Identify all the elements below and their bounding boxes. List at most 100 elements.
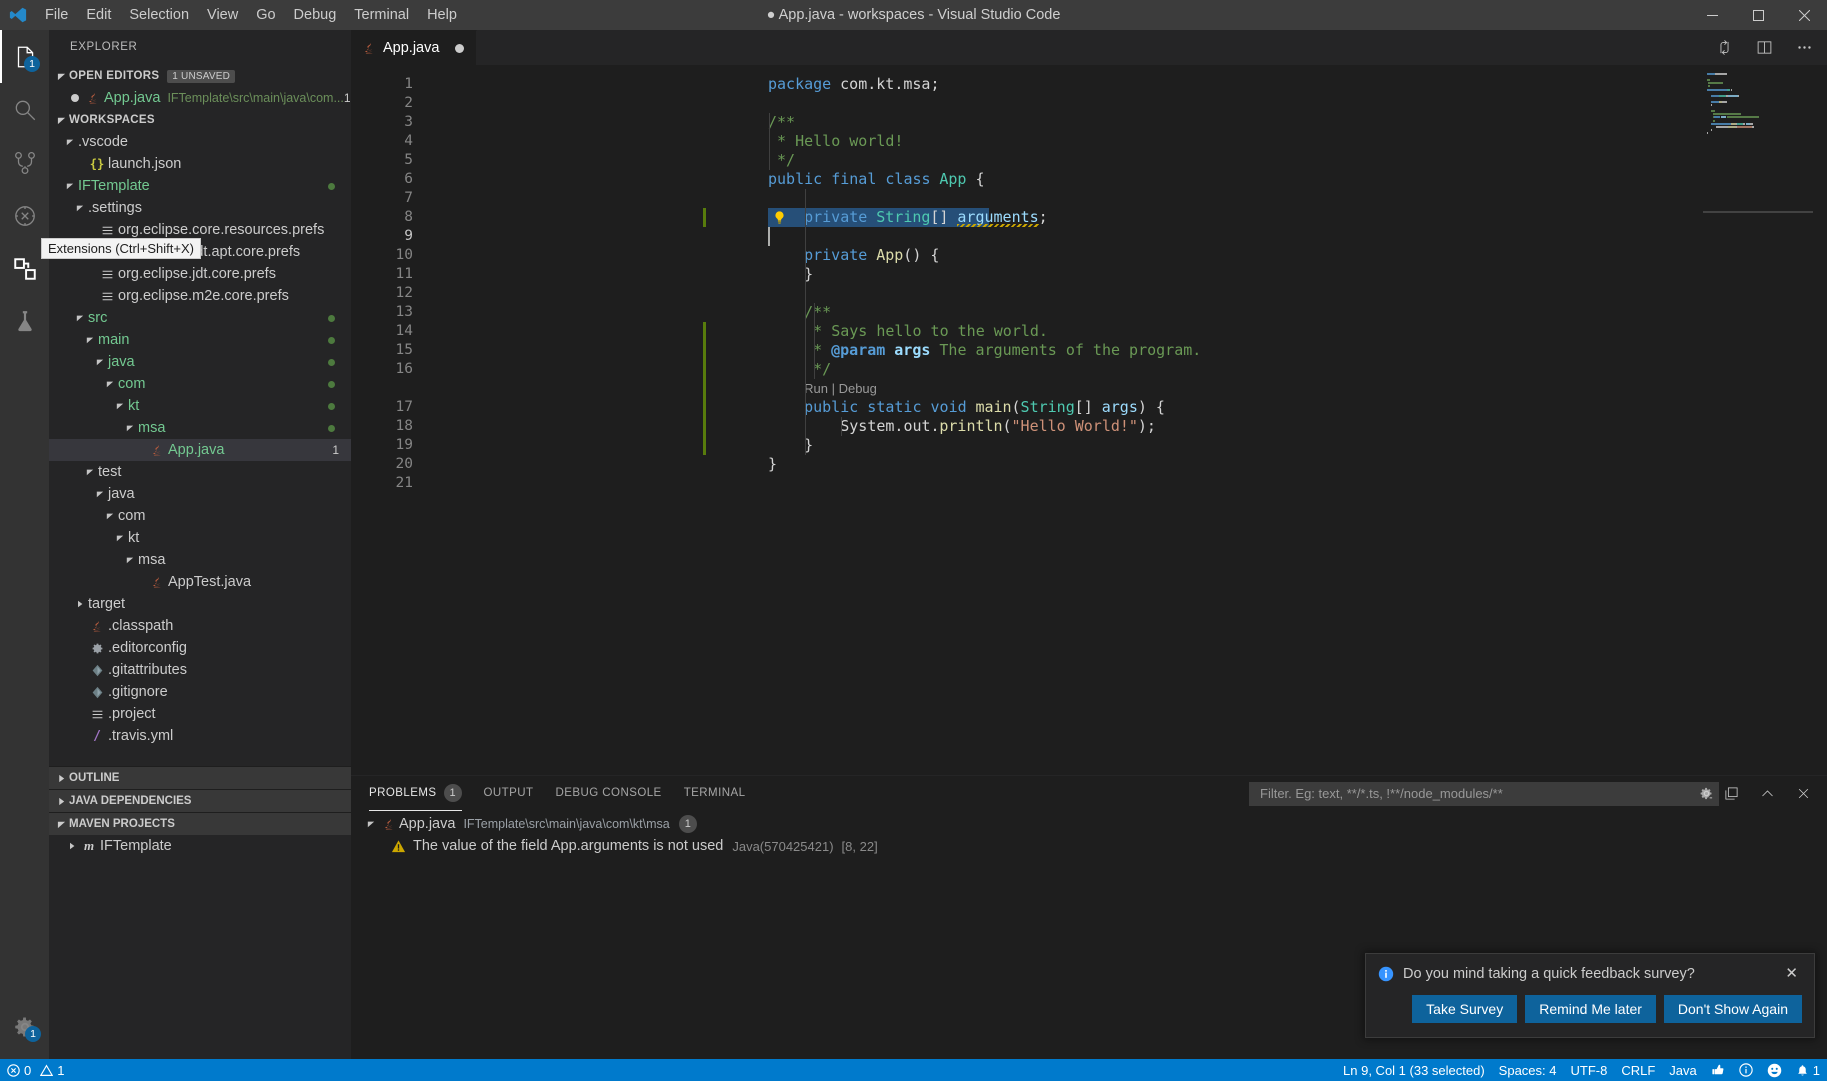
status-editor-position[interactable]: Ln 9, Col 1 (33 selected) [1336,1059,1492,1081]
tree-item--gitattributes[interactable]: .gitattributes [49,659,351,681]
section-maven-projects[interactable]: MAVEN PROJECTS [49,812,351,835]
activity-testing[interactable] [0,295,49,348]
menu-help[interactable]: Help [418,0,466,30]
tree-item-com[interactable]: com [49,373,351,395]
status-encoding[interactable]: UTF-8 [1564,1059,1615,1081]
chevron-down-icon[interactable] [73,197,87,219]
tree-item-java[interactable]: java [49,483,351,505]
panel-tab-output[interactable]: OUTPUT [484,776,534,811]
codelens-debug-link[interactable]: Debug [839,381,877,396]
panel-tab-terminal[interactable]: TERMINAL [684,776,746,811]
filter-settings-icon[interactable] [1699,786,1714,801]
tree-item-org-eclipse-jdt-core-prefs[interactable]: org.eclipse.jdt.core.prefs [49,263,351,285]
menu-debug[interactable]: Debug [285,0,346,30]
remind-me-later-button[interactable]: Remind Me later [1525,995,1656,1023]
menu-selection[interactable]: Selection [120,0,198,30]
chevron-down-icon[interactable] [63,131,77,153]
chevron-down-icon[interactable] [103,505,117,527]
chevron-down-icon[interactable] [63,175,77,197]
chevron-down-icon[interactable] [113,527,127,549]
menu-file[interactable]: File [36,0,77,30]
tree-item--classpath[interactable]: .classpath [49,615,351,637]
tree-item-org-eclipse-m2e-core-prefs[interactable]: org.eclipse.m2e.core.prefs [49,285,351,307]
notification-close-icon[interactable]: ✕ [1781,964,1802,983]
tree-item--travis-yml[interactable]: /.travis.yml [49,725,351,747]
activity-manage-settings[interactable]: 1 [0,1000,49,1053]
split-editor-right-icon[interactable] [1753,37,1775,59]
tree-item-kt[interactable]: kt [49,395,351,417]
activity-search[interactable] [0,83,49,136]
tree-item-iftemplate[interactable]: IFTemplate [49,175,351,197]
section-workspaces[interactable]: WORKSPACES [49,109,351,131]
tree-item-src[interactable]: src [49,307,351,329]
chevron-up-icon[interactable] [1757,784,1777,804]
section-outline[interactable]: OUTLINE [49,766,351,789]
maximize-panel-icon[interactable] [1721,784,1741,804]
chevron-down-icon[interactable] [83,461,97,483]
tree-item--editorconfig[interactable]: .editorconfig [49,637,351,659]
status-indentation[interactable]: Spaces: 4 [1492,1059,1564,1081]
compare-changes-icon[interactable] [1713,37,1735,59]
dont-show-again-button[interactable]: Don't Show Again [1664,995,1802,1023]
section-java-dependencies[interactable]: JAVA DEPENDENCIES [49,789,351,812]
tree-item-launch-json[interactable]: {}launch.json [49,153,351,175]
tree-item-target[interactable]: target [49,593,351,615]
chevron-down-icon[interactable] [113,395,127,417]
chevron-down-icon[interactable] [363,820,379,828]
activity-source-control[interactable] [0,136,49,189]
status-problems[interactable]: 0 1 [0,1059,71,1081]
chevron-down-icon[interactable] [83,329,97,351]
menu-edit[interactable]: Edit [77,0,120,30]
editor-scrollbar[interactable] [1813,65,1827,775]
menu-view[interactable]: View [198,0,247,30]
smiley-feedback-icon[interactable] [1760,1059,1789,1081]
minimap-slider[interactable] [1703,211,1813,213]
codelens-run-link[interactable]: Run [804,381,828,396]
minimize-button[interactable] [1689,0,1735,30]
notifications-bell-icon[interactable]: 1 [1789,1059,1827,1081]
tree-item-msa[interactable]: msa [49,549,351,571]
chevron-down-icon[interactable] [73,307,87,329]
tree-item-java[interactable]: java [49,351,351,373]
activity-explorer[interactable]: 1 [0,30,49,83]
tree-item--vscode[interactable]: .vscode [49,131,351,153]
maven-project-item[interactable]: m IFTemplate [49,835,351,857]
tree-item-test[interactable]: test [49,461,351,483]
problems-filter-box[interactable] [1249,782,1719,806]
info-icon[interactable] [1732,1059,1760,1081]
tree-item-kt[interactable]: kt [49,527,351,549]
activity-run-debug[interactable] [0,189,49,242]
chevron-down-icon[interactable] [93,351,107,373]
close-button[interactable] [1781,0,1827,30]
panel-tab-debug-console[interactable]: DEBUG CONSOLE [556,776,662,811]
close-panel-icon[interactable] [1793,784,1813,804]
codelens-run-debug[interactable]: Run | Debug [804,381,877,396]
maximize-button[interactable] [1735,0,1781,30]
more-actions-icon[interactable] [1793,37,1815,59]
minimap[interactable] [1703,65,1813,775]
tree-item--project[interactable]: .project [49,703,351,725]
panel-tab-problems[interactable]: PROBLEMS 1 [369,776,462,811]
chevron-down-icon[interactable] [123,549,137,571]
tree-item-main[interactable]: main [49,329,351,351]
tree-item--settings[interactable]: .settings [49,197,351,219]
problem-item[interactable]: The value of the field App.arguments is … [351,835,1827,857]
tree-item--gitignore[interactable]: .gitignore [49,681,351,703]
tree-item-apptest-java[interactable]: AppTest.java [49,571,351,593]
status-language-mode[interactable]: Java [1662,1059,1703,1081]
open-editor-item[interactable]: App.java IFTemplate\src\main\java\com...… [49,87,351,109]
tree-item-msa[interactable]: msa [49,417,351,439]
tree-item-com[interactable]: com [49,505,351,527]
status-eol[interactable]: CRLF [1614,1059,1662,1081]
thumbs-up-icon[interactable] [1704,1059,1732,1081]
chevron-down-icon[interactable] [123,417,137,439]
chevron-right-icon[interactable] [73,593,87,615]
code-editor[interactable]: 1package com.kt.msa;23/**4 * Hello world… [351,65,1827,775]
tab-dirty-indicator-icon[interactable] [455,44,464,53]
menu-go[interactable]: Go [247,0,284,30]
chevron-down-icon[interactable] [93,483,107,505]
section-open-editors[interactable]: OPEN EDITORS 1 UNSAVED [49,65,351,87]
menu-terminal[interactable]: Terminal [345,0,418,30]
tree-item-app-java[interactable]: App.java1 [49,439,351,461]
tab-app-java[interactable]: App.java [351,30,477,65]
